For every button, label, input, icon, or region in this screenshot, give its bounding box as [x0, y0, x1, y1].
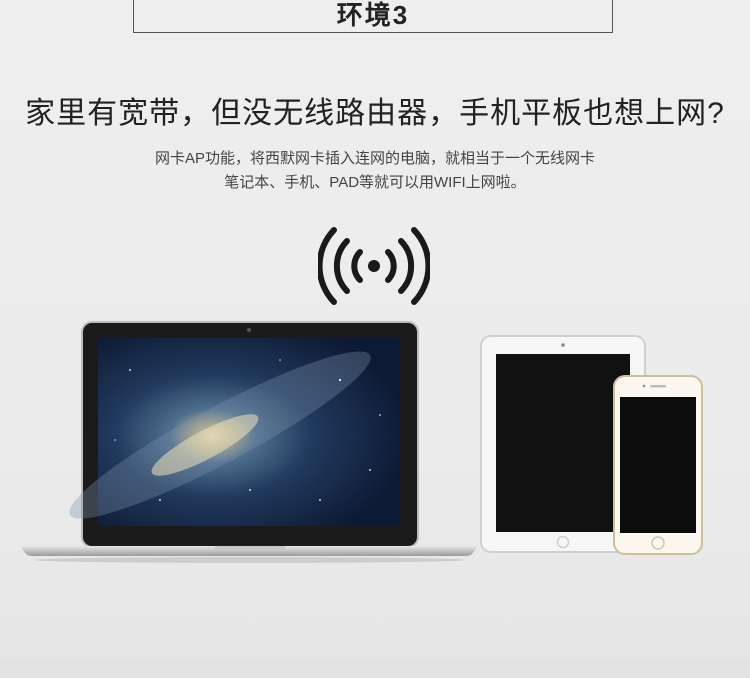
description-line-1: 网卡AP功能，将西默网卡插入连网的电脑，就相当于一个无线网卡 [154, 150, 595, 167]
smartphone-illustration [613, 375, 703, 555]
laptop-illustration [20, 321, 478, 563]
section-title-box: 环境3 [133, 0, 613, 33]
page-background: 环境3 家里有宽带，但没无线路由器，手机平板也想上网? 网卡AP功能，将西默网卡… [0, 0, 750, 678]
wifi-broadcast-icon [318, 227, 430, 305]
description-line-2: 笔记本、手机、PAD等就可以用WIFI上网啦。 [224, 174, 526, 191]
footer-strip [0, 658, 750, 678]
headline: 家里有宽带，但没无线路由器，手机平板也想上网? [25, 97, 725, 130]
section-title: 环境3 [336, 0, 410, 30]
